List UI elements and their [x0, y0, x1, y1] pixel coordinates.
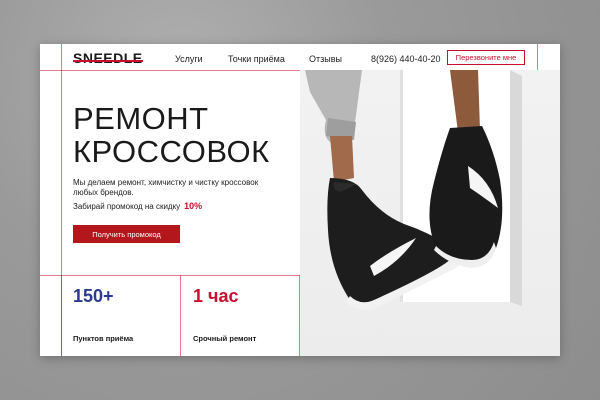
stat-pickup-count: 150+ — [73, 286, 114, 306]
callback-button[interactable]: Перезвоните мне — [447, 50, 525, 65]
guide-line-stats-left — [61, 275, 62, 356]
logo[interactable]: SNEEDLE — [73, 50, 143, 66]
hero-title: РЕМОНТ КРОССОВОК — [73, 102, 270, 168]
stat-repair-time: 1 час — [193, 286, 239, 306]
get-promocode-button[interactable]: Получить промокод — [73, 225, 180, 243]
hero-title-line1: РЕМОНТ — [73, 101, 209, 136]
guide-line-stats — [40, 275, 300, 276]
nav-reviews[interactable]: Отзывы — [309, 54, 342, 64]
guide-line-stats-mid — [180, 275, 181, 356]
stat-pickup-label: Пунктов приёма — [73, 334, 134, 343]
promo-line: Забирай промокод на скидку 10% — [73, 201, 202, 211]
promo-discount: 10% — [184, 201, 203, 211]
pedestal-side — [510, 70, 522, 306]
phone-number[interactable]: 8(926) 440-40-20 — [371, 54, 441, 64]
promo-text: Забирай промокод на скидку — [73, 202, 181, 211]
landing-page-frame: SNEEDLE Услуги Точки приёма Отзывы 8(926… — [40, 44, 560, 356]
sneaker-illustration — [305, 70, 522, 310]
hero-description: Мы делаем ремонт, химчистку и чистку кро… — [73, 178, 259, 197]
guide-line-header — [40, 70, 300, 71]
left-leg — [330, 136, 354, 182]
stat-repair-label: Срочный ремонт — [193, 334, 257, 343]
logo-underline — [73, 60, 143, 62]
hero-title-line2: КРОССОВОК — [73, 134, 270, 169]
nav-pickup-points[interactable]: Точки приёма — [228, 54, 285, 64]
nav-services[interactable]: Услуги — [175, 54, 203, 64]
sneaker-photo — [300, 70, 560, 356]
